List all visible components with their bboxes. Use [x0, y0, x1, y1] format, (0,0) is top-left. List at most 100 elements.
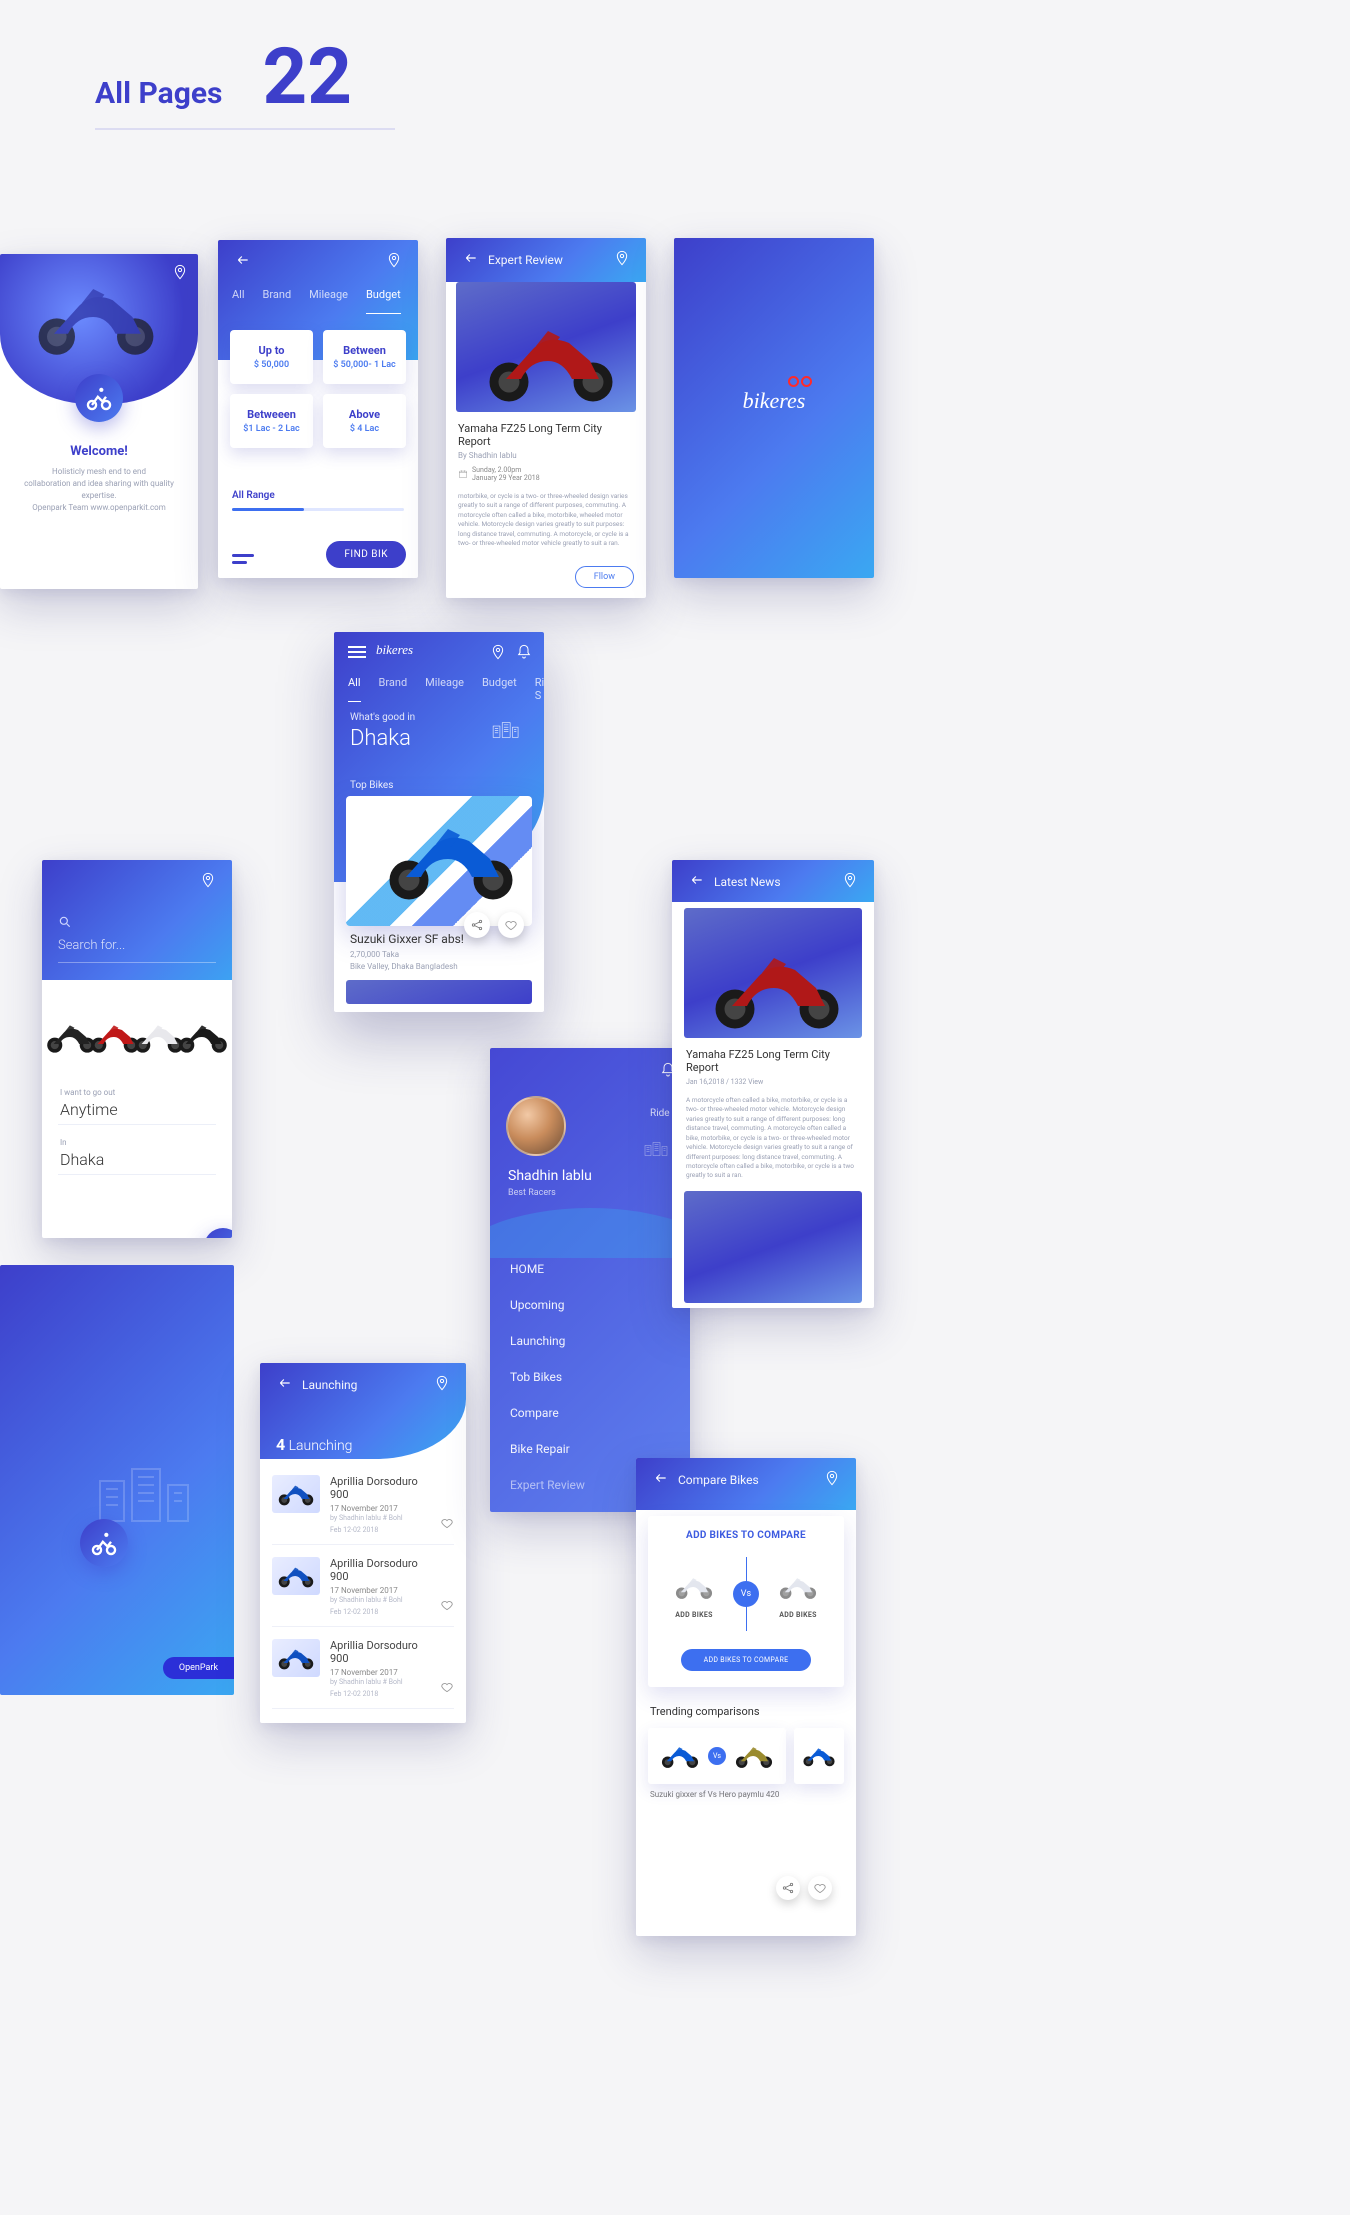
back-icon[interactable] — [688, 873, 706, 890]
article-title: Yamaha FZ25 Long Term City Report — [458, 422, 634, 448]
share-button[interactable] — [464, 912, 490, 938]
trending-card[interactable]: Vs — [648, 1728, 786, 1784]
location-pin-icon[interactable] — [172, 264, 188, 284]
item-date: 17 November 2017 — [330, 1504, 430, 1513]
tab-brand[interactable]: Brand — [379, 676, 408, 702]
search-icon[interactable] — [58, 914, 72, 933]
item-posted: Feb 12-02 2018 — [330, 1526, 430, 1534]
tab-budget[interactable]: Budget — [366, 288, 401, 314]
article-author: By Shadhin lablu — [458, 451, 634, 460]
compare-button[interactable]: ADD BIKES TO COMPARE — [681, 1649, 811, 1671]
tab-all[interactable]: All — [232, 288, 245, 314]
screen-title: Latest News — [714, 875, 781, 889]
budget-card-between1[interactable]: Between$ 50,000- 1 Lac — [323, 330, 406, 384]
screen-branding: OpenPark — [0, 1265, 234, 1695]
favorite-icon[interactable] — [440, 1597, 454, 1616]
tab-mileage[interactable]: Mileage — [309, 288, 348, 314]
screen-expert-review: Expert Review Yamaha FZ25 Long Term City… — [446, 238, 646, 598]
article-date: Sunday, 2.00pmJanuary 29 Year 2018 — [458, 466, 634, 482]
home-header: bikeres All Brand Mileage Budget Ride S … — [334, 632, 544, 882]
list-item[interactable]: Aprillia Dorsoduro 90017 November 2017by… — [272, 1639, 454, 1709]
user-name: Shadhin lablu — [508, 1168, 592, 1184]
user-avatar[interactable] — [506, 1096, 566, 1156]
news-title: Yamaha FZ25 Long Term City Report — [686, 1048, 860, 1074]
next-product-peek[interactable] — [346, 980, 532, 1004]
city-name: Dhaka — [350, 726, 411, 751]
favorite-button[interactable] — [808, 1876, 832, 1900]
screen-drawer-menu: Ride S Shadhin lablu Best Racers HOME Up… — [490, 1048, 690, 1512]
tab-ride[interactable]: Ride S — [535, 676, 544, 702]
filter-tabs: All Brand Mileage Budget Ride S — [232, 288, 418, 314]
article-body: motorbike, or cycle is a two- or three-w… — [458, 492, 634, 549]
location-pin-icon[interactable] — [842, 872, 858, 891]
openpark-badge[interactable]: OpenPark — [163, 1657, 234, 1679]
menu-compare[interactable]: Compare — [510, 1406, 559, 1420]
search-placeholder[interactable]: Search for... — [58, 938, 125, 953]
back-icon[interactable] — [276, 1376, 294, 1393]
brand-logo: bikeres — [674, 388, 874, 414]
location-pin-icon[interactable] — [200, 872, 216, 891]
add-bike-slot-left[interactable]: ADD BIKES — [662, 1573, 726, 1619]
menu-home[interactable]: HOME — [510, 1262, 544, 1276]
news-image-2 — [684, 1191, 862, 1303]
menu-top-bikes[interactable]: Tob Bikes — [510, 1370, 562, 1384]
welcome-description: Holisticly mesh end to end collaboration… — [12, 466, 186, 514]
list-item[interactable]: Aprillia Dorsoduro 90017 November 2017by… — [272, 1557, 454, 1627]
screen-launching: Launching 4 Launching Aprillia Dorsoduro… — [260, 1363, 466, 1723]
notifications-bell-icon[interactable] — [516, 644, 532, 664]
bike-thumb — [272, 1557, 320, 1595]
add-bike-slot-right[interactable]: ADD BIKES — [766, 1573, 830, 1619]
budget-card-upto[interactable]: Up to$ 50,000 — [230, 330, 313, 384]
budget-cards: Up to$ 50,000 Between$ 50,000- 1 Lac Bet… — [230, 330, 406, 448]
range-slider[interactable] — [232, 508, 404, 511]
screen-title: Compare Bikes — [678, 1473, 759, 1487]
product-card[interactable] — [346, 796, 532, 926]
news-body: A motorcycle often called a bike, motorb… — [686, 1096, 860, 1181]
budget-card-above[interactable]: Above$ 4 Lac — [323, 394, 406, 448]
tab-mileage[interactable]: Mileage — [425, 676, 464, 702]
vs-badge: Vs — [733, 1581, 759, 1607]
favorite-icon[interactable] — [440, 1515, 454, 1534]
launching-count: 4 Launching — [276, 1435, 352, 1454]
find-bike-button[interactable]: FIND BIK — [326, 541, 406, 568]
city-value[interactable]: Dhaka — [60, 1150, 104, 1169]
menu-bars-icon[interactable] — [232, 554, 254, 564]
go-button[interactable] — [204, 1228, 232, 1238]
hamburger-menu-icon[interactable] — [348, 646, 366, 658]
favorite-button[interactable] — [498, 912, 524, 938]
menu-upcoming[interactable]: Upcoming — [510, 1298, 564, 1312]
back-icon[interactable] — [652, 1471, 670, 1488]
screen-latest-news: Latest News Yamaha FZ25 Long Term City R… — [672, 860, 874, 1308]
share-button[interactable] — [776, 1876, 800, 1900]
menu-bike-repair[interactable]: Bike Repair — [510, 1442, 570, 1456]
launching-list: Aprillia Dorsoduro 90017 November 2017by… — [272, 1475, 454, 1709]
location-pin-icon[interactable] — [386, 252, 402, 271]
anytime-value[interactable]: Anytime — [60, 1100, 118, 1119]
menu-launching[interactable]: Launching — [510, 1334, 565, 1348]
location-pin-icon[interactable] — [824, 1470, 840, 1489]
vs-badge-small: Vs — [708, 1747, 726, 1765]
screen-home: bikeres All Brand Mileage Budget Ride S … — [334, 632, 544, 1012]
follow-button[interactable]: Fllow — [575, 566, 634, 588]
trending-card-peek[interactable] — [794, 1728, 844, 1784]
compare-box: ADD BIKES TO COMPARE ADD BIKES Vs ADD BI… — [648, 1516, 844, 1687]
back-icon[interactable] — [234, 253, 252, 270]
location-pin-icon[interactable] — [434, 1375, 450, 1394]
item-name: Aprillia Dorsoduro 900 — [330, 1475, 430, 1501]
tab-budget[interactable]: Budget — [482, 676, 517, 702]
favorite-icon[interactable] — [440, 1679, 454, 1698]
tab-brand[interactable]: Brand — [263, 288, 292, 314]
screen-budget-filter: All Brand Mileage Budget Ride S Up to$ 5… — [218, 240, 418, 578]
location-pin-icon[interactable] — [614, 250, 630, 269]
menu-expert-review[interactable]: Expert Review — [510, 1478, 585, 1492]
back-icon[interactable] — [462, 251, 480, 268]
tab-all[interactable]: All — [348, 676, 361, 702]
brand-logo: bikeres — [376, 642, 413, 658]
review-hero-image — [456, 282, 636, 412]
list-item[interactable]: Aprillia Dorsoduro 90017 November 2017by… — [272, 1475, 454, 1545]
bike-thumb — [272, 1639, 320, 1677]
news-meta: Jan 16,2018 / 1332 View — [686, 1078, 860, 1086]
in-label: In — [60, 1138, 67, 1147]
location-pin-icon[interactable] — [490, 644, 506, 664]
budget-card-between2[interactable]: Betweeen$1 Lac - 2 Lac — [230, 394, 313, 448]
